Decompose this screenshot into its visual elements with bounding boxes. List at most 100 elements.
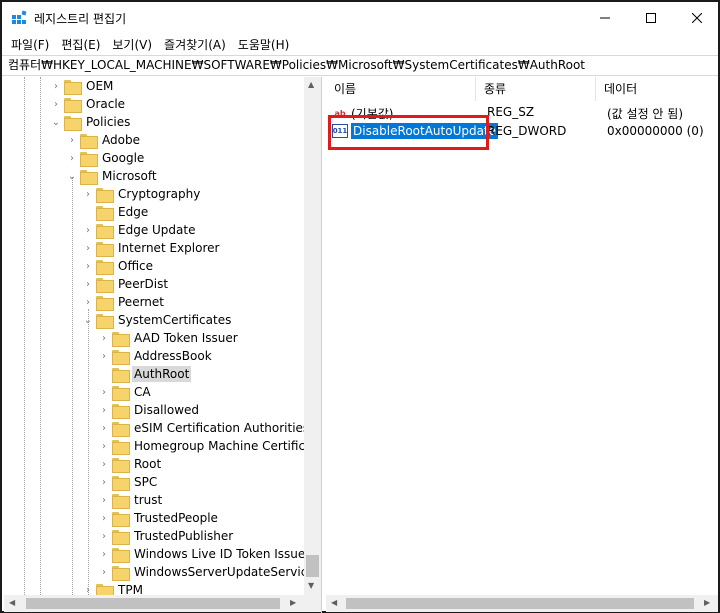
- column-header-type[interactable]: 종류: [476, 77, 596, 101]
- chevron-right-icon[interactable]: ›: [64, 131, 80, 149]
- chevron-right-icon[interactable]: ›: [96, 419, 112, 437]
- tree-node[interactable]: › OEM: [48, 77, 115, 95]
- menu-help[interactable]: 도움말(H): [235, 36, 299, 53]
- chevron-right-icon[interactable]: ›: [96, 473, 112, 491]
- tree-node[interactable]: › Edge Update: [80, 221, 197, 239]
- chevron-right-icon[interactable]: ›: [80, 185, 96, 203]
- chevron-right-icon[interactable]: ›: [48, 95, 64, 113]
- minimize-button[interactable]: [582, 2, 628, 34]
- chevron-right-icon[interactable]: ›: [80, 293, 96, 311]
- chevron-right-icon[interactable]: ›: [64, 149, 80, 167]
- tree-guide-line: [40, 77, 41, 595]
- menu-edit[interactable]: 편집(E): [58, 36, 109, 53]
- tree-node[interactable]: › TrustedPeople: [96, 509, 220, 527]
- tree-node-label: Edge: [118, 205, 149, 219]
- scroll-left-arrow-icon[interactable]: ◀: [331, 598, 337, 607]
- tree-node[interactable]: › Internet Explorer: [80, 239, 221, 257]
- tree-node[interactable]: › Adobe: [64, 131, 142, 149]
- chevron-right-icon[interactable]: ›: [80, 221, 96, 239]
- tree-node[interactable]: › Oracle: [48, 95, 127, 113]
- tree-horizontal-scroll-thumb[interactable]: [26, 598, 280, 609]
- menu-view[interactable]: 보기(V): [109, 36, 161, 53]
- chevron-right-icon[interactable]: ›: [96, 383, 112, 401]
- list-horizontal-scrollbar[interactable]: ◀ ▶: [326, 595, 718, 612]
- tree-node[interactable]: › SPC: [96, 473, 159, 491]
- tree-node[interactable]: › Google: [64, 149, 146, 167]
- close-button[interactable]: [674, 2, 720, 34]
- tree-node[interactable]: › AAD Token Issuer: [96, 329, 240, 347]
- scroll-right-arrow-icon[interactable]: ▶: [704, 598, 710, 607]
- chevron-down-icon[interactable]: ⌄: [64, 167, 80, 185]
- chevron-right-icon[interactable]: ›: [48, 77, 64, 95]
- chevron-right-icon[interactable]: ›: [96, 545, 112, 563]
- tree-node[interactable]: › Disallowed: [96, 401, 201, 419]
- chevron-right-icon[interactable]: ›: [80, 581, 96, 596]
- folder-icon: [112, 457, 130, 473]
- tree-node[interactable]: ⌄ Policies: [48, 113, 132, 131]
- tree-horizontal-scrollbar[interactable]: ◀ ▶: [4, 595, 304, 612]
- chevron-down-icon[interactable]: ⌄: [48, 113, 64, 131]
- scroll-down-arrow-icon[interactable]: ▼: [308, 581, 314, 590]
- tree-node[interactable]: › trust: [96, 491, 164, 509]
- folder-icon: [80, 151, 98, 167]
- tree-node[interactable]: ⌄ SystemCertificates: [80, 311, 233, 329]
- tree-node[interactable]: › WindowsServerUpdateServices: [96, 563, 304, 581]
- scroll-left-arrow-icon[interactable]: ◀: [9, 598, 15, 607]
- chevron-right-icon[interactable]: ›: [96, 455, 112, 473]
- tree-node[interactable]: › Cryptography: [80, 185, 202, 203]
- tree-node[interactable]: › Windows Live ID Token Issuer: [96, 545, 304, 563]
- chevron-right-icon[interactable]: ›: [80, 239, 96, 257]
- tree-node[interactable]: › Root: [96, 455, 163, 473]
- tree-node[interactable]: › TPM: [80, 581, 145, 595]
- chevron-right-icon[interactable]: ›: [96, 401, 112, 419]
- chevron-right-icon[interactable]: ›: [96, 491, 112, 509]
- tree-node-label: eSIM Certification Authorities: [134, 421, 304, 435]
- value-type: REG_SZ: [487, 105, 535, 119]
- chevron-right-icon[interactable]: ›: [96, 509, 112, 527]
- folder-icon: [112, 565, 130, 581]
- tree-node[interactable]: AuthRoot: [96, 365, 192, 383]
- tree-vertical-scrollbar[interactable]: ▲ ▼: [304, 77, 321, 595]
- annotation-highlight-box: [328, 115, 489, 150]
- chevron-down-icon[interactable]: ⌄: [80, 311, 96, 329]
- chevron-right-icon[interactable]: ›: [96, 527, 112, 545]
- tree-node[interactable]: › TrustedPublisher: [96, 527, 235, 545]
- scroll-up-arrow-icon[interactable]: ▲: [308, 80, 314, 89]
- tree-node[interactable]: › Office: [80, 257, 155, 275]
- column-header-name[interactable]: 이름: [326, 77, 476, 101]
- value-data: 0x00000000 (0): [607, 124, 704, 138]
- folder-icon: [64, 115, 82, 131]
- maximize-button[interactable]: [628, 2, 674, 34]
- tree-node-label: OEM: [86, 79, 114, 93]
- registry-editor-window: 레지스트리 편집기 파일(F) 편집(E) 보기(V) 즐겨찾기(A) 도움말(…: [0, 0, 720, 613]
- menu-file[interactable]: 파일(F): [8, 36, 58, 53]
- list-horizontal-scroll-thumb[interactable]: [346, 598, 694, 609]
- chevron-right-icon[interactable]: ›: [96, 437, 112, 455]
- tree-node[interactable]: Edge: [80, 203, 150, 221]
- tree-vertical-scroll-thumb[interactable]: [306, 555, 319, 577]
- chevron-right-icon[interactable]: ›: [96, 329, 112, 347]
- tree-node-label: Internet Explorer: [118, 241, 220, 255]
- tree-node-label: Adobe: [102, 133, 140, 147]
- tree-node[interactable]: › Homegroup Machine Certificates: [96, 437, 304, 455]
- tree-node-label: Root: [134, 457, 162, 471]
- chevron-right-icon[interactable]: ›: [80, 275, 96, 293]
- column-header-data[interactable]: 데이터: [596, 77, 718, 101]
- scrollbar-corner: [304, 595, 321, 612]
- tree-node[interactable]: › AddressBook: [96, 347, 214, 365]
- chevron-right-icon[interactable]: ›: [96, 563, 112, 581]
- scroll-right-arrow-icon[interactable]: ▶: [290, 598, 296, 607]
- address-bar[interactable]: 컴퓨터₩HKEY_LOCAL_MACHINE₩SOFTWARE₩Policies…: [2, 55, 718, 76]
- tree-node[interactable]: › CA: [96, 383, 153, 401]
- chevron-right-icon[interactable]: ›: [96, 347, 112, 365]
- tree-node[interactable]: › eSIM Certification Authorities: [96, 419, 304, 437]
- value-type: REG_DWORD: [487, 124, 567, 138]
- tree-node[interactable]: › PeerDist: [80, 275, 170, 293]
- tree-node[interactable]: › Peernet: [80, 293, 166, 311]
- folder-icon: [112, 493, 130, 509]
- menu-favorites[interactable]: 즐겨찾기(A): [161, 36, 235, 53]
- chevron-right-icon[interactable]: ›: [80, 257, 96, 275]
- tree-guide-line: [72, 177, 73, 595]
- tree-node[interactable]: ⌄ Microsoft: [64, 167, 159, 185]
- registry-editor-icon: [12, 10, 27, 24]
